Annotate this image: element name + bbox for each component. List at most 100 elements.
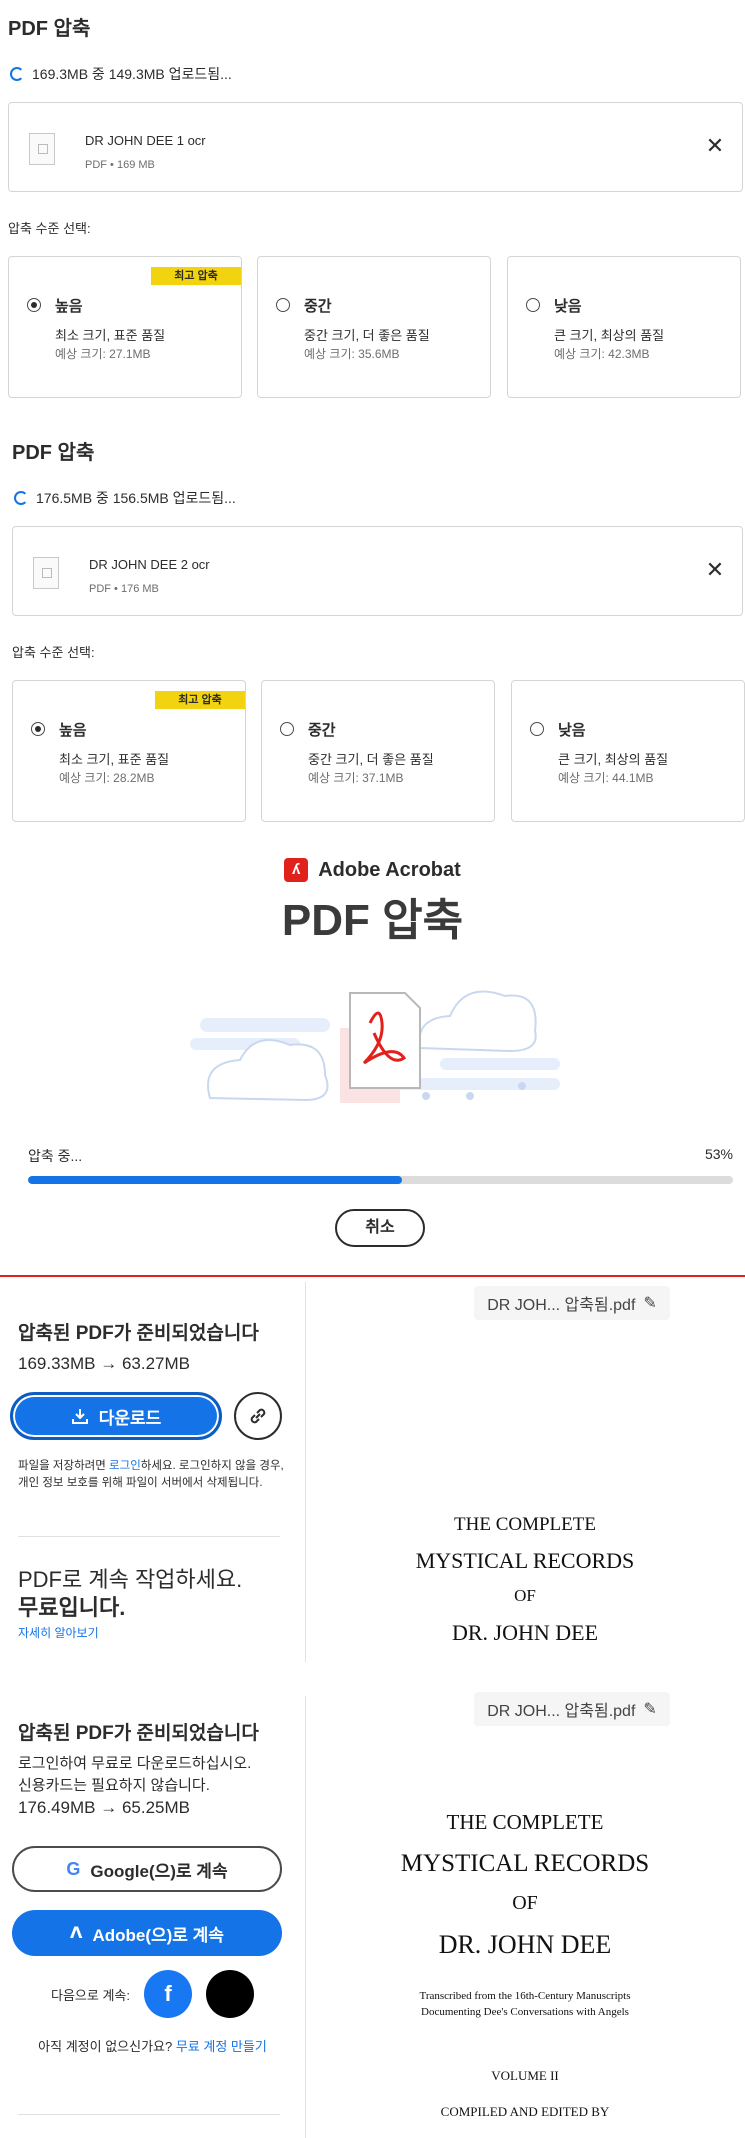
option-desc: 큰 크기, 최상의 품질 — [554, 328, 665, 343]
progress-label: 압축 중... — [28, 1148, 83, 1164]
doc-line-2: MYSTICAL RECORDS — [400, 1850, 650, 1877]
file-card: DR JOHN DEE 2 ocr PDF • 176 MB ✕ — [12, 526, 743, 616]
panel-title: PDF 압축 — [12, 442, 95, 464]
spinner-icon — [14, 491, 28, 505]
login-prompt: 로그인하여 무료로 다운로드하십시오. — [18, 1755, 252, 1772]
radio-high[interactable] — [27, 298, 41, 312]
progress-bar-fill — [28, 1176, 402, 1184]
upload-status-text: 176.5MB 중 156.5MB 업로드됨... — [36, 490, 236, 506]
option-low[interactable]: 낮음 큰 크기, 최상의 품질 예상 크기: 42.3MB — [507, 256, 741, 398]
doc-subtitle-1: Transcribed from the 16th-Century Manusc… — [419, 1990, 631, 2002]
google-label: Google(으)로 계속 — [90, 1861, 228, 1881]
file-name: DR JOHN DEE 2 ocr — [89, 557, 210, 572]
create-account-link[interactable]: 무료 계정 만들기 — [176, 2039, 267, 2054]
doc-line-1: THE COMPLETE — [454, 1514, 596, 1535]
page-title: PDF 압축 — [281, 896, 464, 945]
brand-name: Adobe Acrobat — [318, 858, 461, 881]
google-signin-button[interactable]: G Google(으)로 계속 — [12, 1846, 282, 1892]
social-signin-row: 다음으로 계속: f — [0, 1970, 305, 2018]
panel-title: PDF 압축 — [8, 18, 91, 40]
option-size: 예상 크기: 37.1MB — [308, 771, 404, 785]
radio-low[interactable] — [526, 298, 540, 312]
file-meta: PDF • 176 MB — [89, 583, 159, 595]
option-name: 낮음 — [558, 722, 586, 739]
compress-panel-2: PDF 압축 176.5MB 중 156.5MB 업로드됨... DR JOHN… — [0, 424, 745, 844]
option-name: 높음 — [59, 722, 87, 739]
size-reduction: 169.33MB → 63.27MB — [18, 1354, 190, 1373]
save-note: 파일을 저장하려면 로그인하세요. 로그인하지 않을 경우, 개인 정보 보호를… — [18, 1460, 284, 1489]
filename-pill[interactable]: DR JOH... 압축됨.pdf ✎ — [474, 1692, 670, 1726]
best-compression-badge: 최고 압축 — [151, 267, 241, 285]
option-name: 중간 — [308, 722, 336, 739]
option-desc: 큰 크기, 최상의 품질 — [558, 752, 669, 767]
upload-status: 169.3MB 중 149.3MB 업로드됨... — [10, 64, 232, 84]
option-size: 예상 크기: 42.3MB — [554, 347, 650, 361]
doc-line-3: OF — [512, 1892, 538, 1914]
section-divider — [0, 1275, 745, 1277]
remove-file-button[interactable]: ✕ — [700, 555, 730, 585]
download-icon — [71, 1409, 88, 1424]
spinner-icon — [10, 67, 24, 81]
no-account-text: 아직 계정이 없으신가요? — [38, 2039, 173, 2054]
pencil-icon[interactable]: ✎ — [643, 1699, 656, 1719]
compressed-filename: DR JOH... 압축됨.pdf — [487, 1703, 636, 1720]
acrobat-logo-icon: ʎ — [284, 858, 309, 882]
divider — [18, 2114, 280, 2115]
facebook-button[interactable]: f — [143, 1970, 192, 2018]
ready-title: 압축된 PDF가 준비되었습니다 — [18, 1723, 259, 1744]
google-icon: G — [66, 1858, 81, 1879]
link-icon — [250, 1408, 266, 1424]
doc-compiled: COMPILED AND EDITED BY — [440, 2104, 610, 2119]
compression-level-label: 압축 수준 선택: — [8, 221, 91, 236]
option-name: 높음 — [55, 298, 83, 315]
doc-volume: VOLUME II — [491, 2068, 559, 2083]
option-desc: 최소 크기, 표준 품질 — [59, 752, 170, 767]
login-link[interactable]: 로그인 — [109, 1460, 141, 1472]
doc-line-4: DR. JOHN DEE — [438, 1930, 612, 1959]
option-high[interactable]: 최고 압축 높음 최소 크기, 표준 품질 예상 크기: 27.1MB — [8, 256, 242, 398]
doc-line-1: THE COMPLETE — [446, 1810, 604, 1834]
ready-title: 압축된 PDF가 준비되었습니다 — [18, 1323, 259, 1344]
remove-file-button[interactable]: ✕ — [700, 131, 730, 161]
option-size: 예상 크기: 35.6MB — [304, 347, 400, 361]
download-button[interactable]: 다운로드 — [10, 1392, 222, 1440]
compress-panel-1: PDF 압축 169.3MB 중 149.3MB 업로드됨... DR JOHN… — [0, 0, 745, 420]
upload-status-text: 169.3MB 중 149.3MB 업로드됨... — [32, 66, 232, 82]
file-name: DR JOHN DEE 1 ocr — [85, 133, 206, 148]
option-desc: 중간 크기, 더 좋은 품질 — [304, 328, 430, 343]
radio-medium[interactable] — [276, 298, 290, 312]
option-medium[interactable]: 중간 중간 크기, 더 좋은 품질 예상 크기: 37.1MB — [261, 680, 495, 822]
option-desc: 최소 크기, 표준 품질 — [55, 328, 166, 343]
upload-status: 176.5MB 중 156.5MB 업로드됨... — [14, 488, 236, 508]
copy-link-button[interactable] — [234, 1392, 282, 1440]
no-card-note: 신용카드는 필요하지 않습니다. — [18, 1777, 210, 1794]
option-size: 예상 크기: 44.1MB — [558, 771, 654, 785]
file-thumbnail — [33, 557, 59, 589]
brand-header: ʎ Adobe Acrobat — [0, 858, 745, 882]
file-thumbnail — [29, 133, 55, 165]
progress-percent: 53% — [704, 1146, 733, 1162]
file-card: DR JOHN DEE 1 ocr PDF • 169 MB ✕ — [8, 102, 743, 192]
file-meta: PDF • 169 MB — [85, 159, 155, 171]
radio-low[interactable] — [530, 722, 544, 736]
radio-medium[interactable] — [280, 722, 294, 736]
adobe-logo-icon: ꓥ — [70, 1925, 83, 1942]
continue-with-label: 다음으로 계속: — [51, 1987, 130, 2003]
pencil-icon[interactable]: ✎ — [643, 1293, 656, 1313]
size-reduction: 176.49MB → 65.25MB — [18, 1798, 190, 1817]
radio-high[interactable] — [31, 722, 45, 736]
option-low[interactable]: 낮음 큰 크기, 최상의 품질 예상 크기: 44.1MB — [511, 680, 745, 822]
doc-line-4: DR. JOHN DEE — [451, 1620, 599, 1645]
option-name: 낮음 — [554, 298, 582, 315]
cancel-button[interactable]: 취소 — [335, 1209, 425, 1247]
option-high[interactable]: 최고 압축 높음 최소 크기, 표준 품질 예상 크기: 28.2MB — [12, 680, 246, 822]
option-medium[interactable]: 중간 중간 크기, 더 좋은 품질 예상 크기: 35.6MB — [257, 256, 491, 398]
option-size: 예상 크기: 28.2MB — [59, 771, 155, 785]
adobe-signin-button[interactable]: ꓥ Adobe(으)로 계속 — [12, 1910, 282, 1956]
learn-more-link[interactable]: 자세히 알아보기 — [18, 1624, 99, 1641]
best-compression-badge: 최고 압축 — [155, 691, 245, 709]
apple-button[interactable] — [205, 1970, 254, 2018]
filename-pill[interactable]: DR JOH... 압축됨.pdf ✎ — [474, 1286, 670, 1320]
cloud-illustration — [190, 990, 560, 1103]
divider — [18, 1536, 280, 1537]
